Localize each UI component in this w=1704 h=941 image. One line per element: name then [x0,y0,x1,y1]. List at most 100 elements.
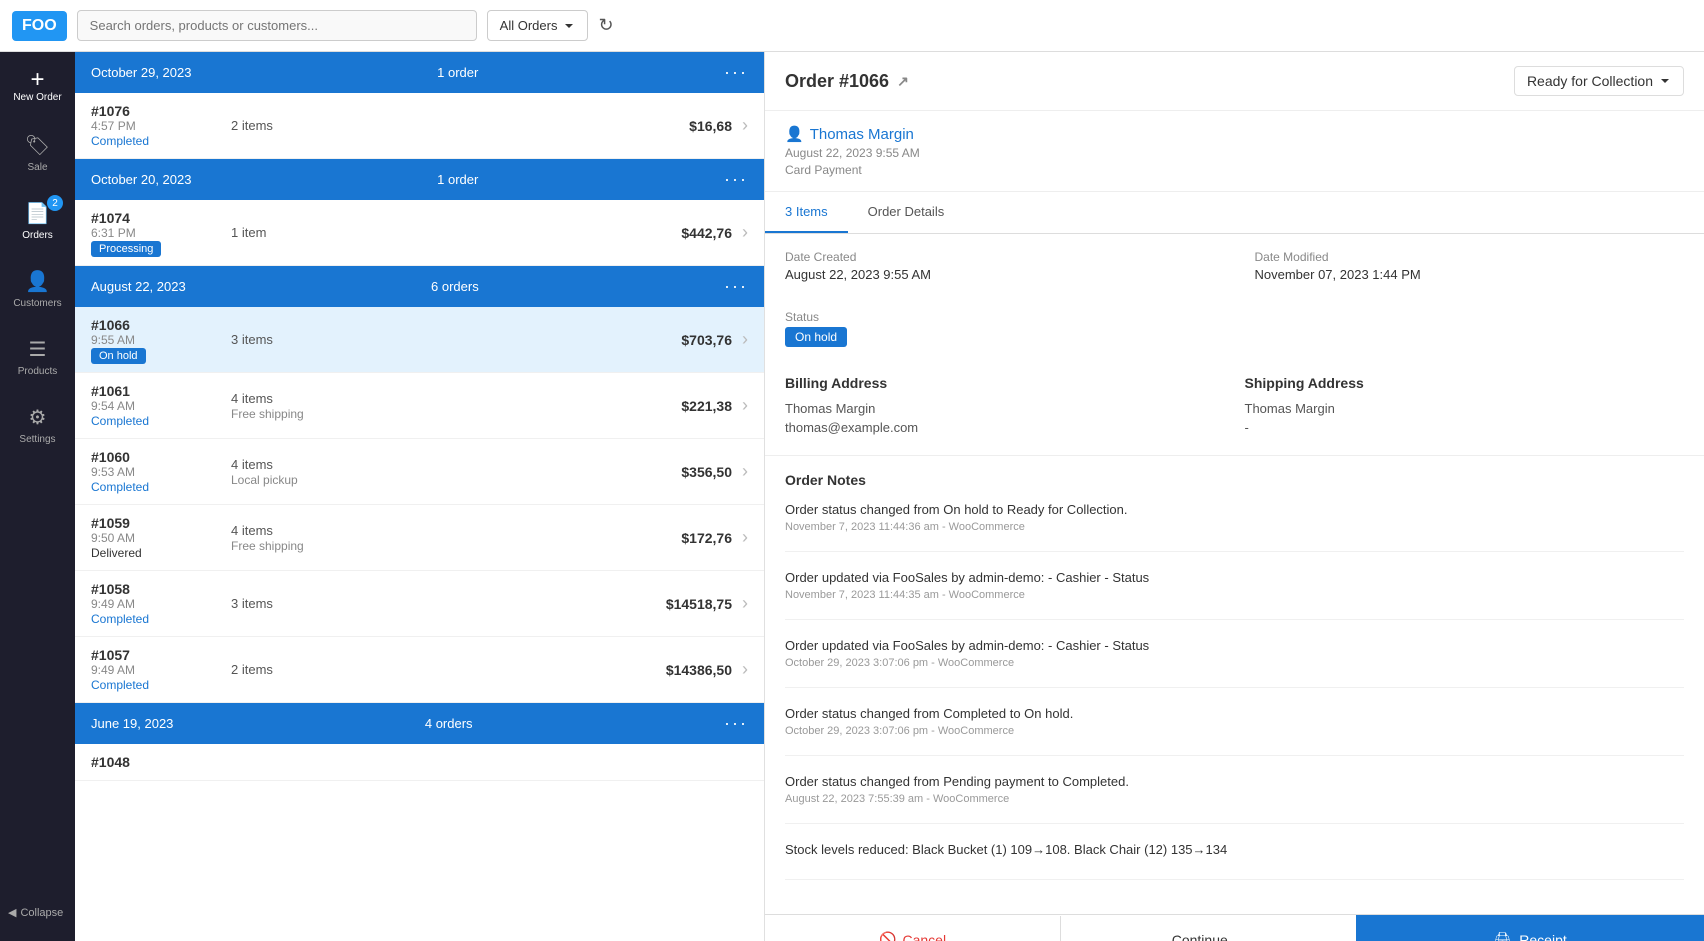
order-info-1048: #1048 [91,754,231,770]
note-item-3: Order status changed from Completed to O… [785,706,1684,756]
order-row-1060[interactable]: #1060 9:53 AM Completed 4 itemsLocal pic… [75,439,764,505]
sidebar-item-orders[interactable]: 2 📄 Orders [0,187,75,255]
order-time-1061: 9:54 AM [91,399,231,413]
count-label-2: 1 order [437,172,478,187]
order-number-1074: #1074 [91,210,231,226]
note-item-4: Order status changed from Pending paymen… [785,774,1684,824]
order-number-1060: #1060 [91,449,231,465]
order-row-1061[interactable]: #1061 9:54 AM Completed 4 itemsFree ship… [75,373,764,439]
order-time-1057: 9:49 AM [91,663,231,677]
order-row-1059[interactable]: #1059 9:50 AM Delivered 4 itemsFree ship… [75,505,764,571]
continue-button[interactable]: Continue → [1060,916,1356,941]
note-meta-3: October 29, 2023 3:07:06 pm - WooCommerc… [785,725,1684,737]
order-number-1058: #1058 [91,581,231,597]
note-meta-0: November 7, 2023 11:44:36 am - WooCommer… [785,521,1684,533]
order-number-1066: #1066 [91,317,231,333]
order-time-1066: 9:55 AM [91,333,231,347]
note-meta-1: November 7, 2023 11:44:35 am - WooCommer… [785,589,1684,601]
order-row-1057[interactable]: #1057 9:49 AM Completed 2 items $14386,5… [75,637,764,703]
cancel-button[interactable]: 🚫 Cancel [765,915,1060,941]
order-total-1059: $172,76 [632,530,732,546]
search-input[interactable] [77,10,477,41]
order-meta-section: Date Created August 22, 2023 9:55 AM Dat… [765,234,1704,375]
order-info-1061: #1061 9:54 AM Completed [91,383,231,428]
order-time-1058: 9:49 AM [91,597,231,611]
sale-icon: 🏷 [25,133,50,158]
filter-dropdown[interactable]: All Orders [487,10,589,41]
sidebar-item-settings[interactable]: ⚙ Settings [0,391,75,459]
order-arrow-1060: › [742,461,748,482]
sidebar-item-label-customers: Customers [13,298,61,309]
date-created-label: Date Created [785,250,1215,264]
note-text-4: Order status changed from Pending paymen… [785,774,1684,789]
customer-name-text: Thomas Margin [810,126,914,143]
order-total-1060: $356,50 [632,464,732,480]
bottom-action-bar: 🚫 Cancel Continue → 🖨 Receipt [765,914,1704,941]
receipt-icon: 🖨 [1494,931,1512,941]
group-menu-3[interactable]: ··· [724,276,748,297]
orders-list: October 29, 2023 1 order ··· #1076 4:57 … [75,52,765,941]
order-time-1060: 9:53 AM [91,465,231,479]
note-item-2: Order updated via FooSales by admin-demo… [785,638,1684,688]
sidebar-item-customers[interactable]: 👤 Customers [0,255,75,323]
cancel-label: Cancel [902,932,946,941]
order-row-1076[interactable]: #1076 4:57 PM Completed 2 items $16,68 › [75,93,764,159]
group-menu-4[interactable]: ··· [724,713,748,734]
detail-title: Order #1066 ↗ [785,71,909,92]
order-number-1061: #1061 [91,383,231,399]
sidebar-item-products[interactable]: ☰ Products [0,323,75,391]
order-total-1076: $16,68 [632,118,732,134]
order-total-1057: $14386,50 [632,662,732,678]
date-label-3: August 22, 2023 [91,279,186,294]
plus-icon: + [30,68,44,92]
order-row-1074[interactable]: #1074 6:31 PM Processing 1 item $442,76 … [75,200,764,266]
chevron-down-icon [1659,75,1671,87]
tab-order-details[interactable]: Order Details [848,192,965,233]
receipt-button[interactable]: 🖨 Receipt [1356,915,1704,941]
billing-email: thomas@example.com [785,420,1225,435]
continue-label: Continue → [1172,932,1246,941]
new-order-label: New Order [13,92,61,103]
note-meta-2: October 29, 2023 3:07:06 pm - WooCommerc… [785,657,1684,669]
sidebar-item-label-settings: Settings [19,434,55,445]
status-badge: On hold [785,327,847,347]
order-time-1059: 9:50 AM [91,531,231,545]
order-status-1061: Completed [91,414,149,428]
billing-name: Thomas Margin [785,401,1225,416]
collapse-button[interactable]: ◀ Collapse [0,894,75,931]
note-text-0: Order status changed from On hold to Rea… [785,502,1684,517]
order-info-1074: #1074 6:31 PM Processing [91,210,231,255]
order-status-1059: Delivered [91,546,142,560]
order-row-1048[interactable]: #1048 [75,744,764,781]
settings-icon: ⚙ [29,405,47,430]
tab-items[interactable]: 3 Items [765,192,848,233]
order-items-1059: 4 itemsFree shipping [231,523,632,553]
order-row-1058[interactable]: #1058 9:49 AM Completed 3 items $14518,7… [75,571,764,637]
order-status-dropdown[interactable]: Ready for Collection [1514,66,1684,96]
group-menu-2[interactable]: ··· [724,169,748,190]
date-created-value: August 22, 2023 9:55 AM [785,267,1215,282]
order-row-1066[interactable]: #1066 9:55 AM On hold 3 items $703,76 › [75,307,764,373]
order-status-1058: Completed [91,612,149,626]
products-icon: ☰ [29,337,47,362]
date-modified-label: Date Modified [1255,250,1685,264]
refresh-button[interactable]: ↻ [598,15,613,36]
cancel-icon: 🚫 [879,931,896,941]
new-order-button[interactable]: + New Order [0,52,75,119]
order-arrow-1061: › [742,395,748,416]
order-info-1057: #1057 9:49 AM Completed [91,647,231,692]
order-meta-grid: Date Created August 22, 2023 9:55 AM Dat… [785,250,1684,359]
notes-title: Order Notes [785,472,1684,488]
receipt-label: Receipt [1519,932,1566,941]
order-items-1076: 2 items [231,118,632,133]
order-notes: Order Notes Order status changed from On… [765,456,1704,914]
group-menu-1[interactable]: ··· [724,62,748,83]
order-info-1076: #1076 4:57 PM Completed [91,103,231,148]
date-header-1: October 29, 2023 1 order ··· [75,52,764,93]
sidebar-item-sale[interactable]: 🏷 Sale [0,119,75,187]
order-arrow-1058: › [742,593,748,614]
orders-badge: 2 [47,195,63,211]
external-link-icon[interactable]: ↗ [897,73,909,90]
order-time-1076: 4:57 PM [91,119,231,133]
order-total-1058: $14518,75 [632,596,732,612]
